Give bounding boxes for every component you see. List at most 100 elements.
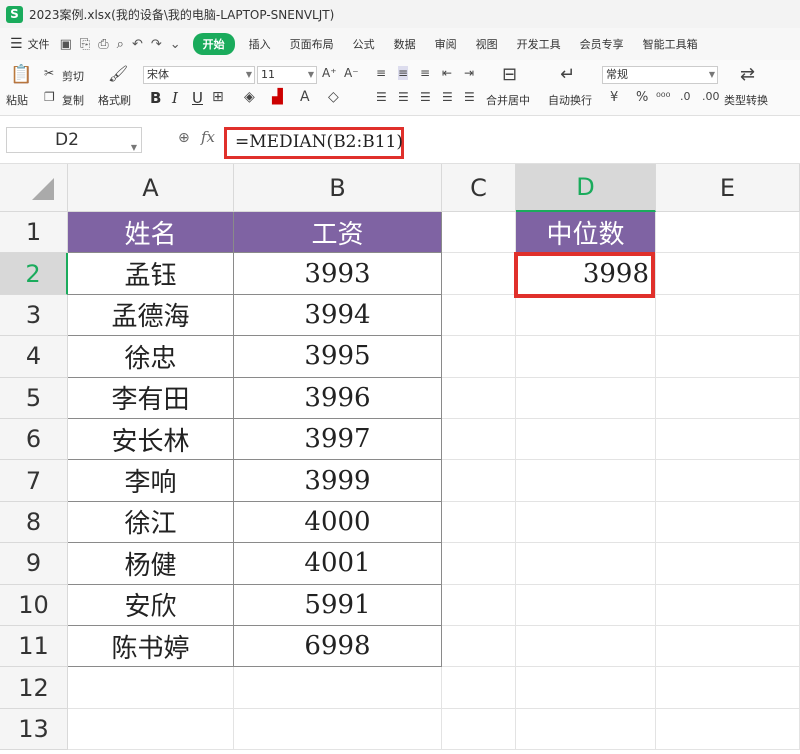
- file-menu[interactable]: 文件: [28, 36, 50, 52]
- cell-b5[interactable]: 3996: [234, 377, 442, 419]
- cell-d12[interactable]: [516, 667, 656, 709]
- cell-a4[interactable]: 徐忠: [68, 336, 234, 378]
- column-header-d[interactable]: D: [516, 164, 656, 212]
- cell-d6[interactable]: [516, 419, 656, 461]
- row-header-1[interactable]: 1: [0, 212, 68, 254]
- tab-developer[interactable]: 开发工具: [517, 36, 561, 52]
- decrease-decimal-icon[interactable]: .00: [702, 90, 720, 103]
- cell-a3[interactable]: 孟德海: [68, 294, 234, 337]
- text-color-icon[interactable]: A: [300, 89, 310, 105]
- cell-e9[interactable]: [656, 543, 800, 585]
- name-box[interactable]: D2 ▼: [6, 127, 142, 153]
- row-header-10[interactable]: 10: [0, 584, 68, 626]
- cell-b13[interactable]: [234, 708, 442, 751]
- cell-c7[interactable]: [442, 460, 516, 502]
- undo-icon[interactable]: ↶: [132, 37, 143, 52]
- merge-icon[interactable]: ⊟: [502, 64, 517, 85]
- bold-button[interactable]: B: [150, 89, 161, 107]
- cell-e11[interactable]: [656, 626, 800, 668]
- copy-button[interactable]: 复制: [62, 92, 84, 108]
- cell-c11[interactable]: [442, 626, 516, 668]
- cell-a13[interactable]: [68, 708, 234, 751]
- align-top-icon[interactable]: ≡: [376, 66, 386, 80]
- cell-a8[interactable]: 徐江: [68, 501, 234, 544]
- underline-button[interactable]: U: [192, 89, 203, 107]
- wrap-icon[interactable]: ↵: [560, 64, 575, 85]
- cell-d3[interactable]: [516, 294, 656, 337]
- cell-b7[interactable]: 3999: [234, 460, 442, 502]
- tab-page-layout[interactable]: 页面布局: [290, 36, 334, 52]
- align-right-icon[interactable]: ☰: [420, 90, 431, 104]
- cell-b12[interactable]: [234, 667, 442, 709]
- cell-c4[interactable]: [442, 336, 516, 378]
- print-icon[interactable]: ⎙: [98, 37, 108, 52]
- cell-d9[interactable]: [516, 543, 656, 585]
- cell-e4[interactable]: [656, 336, 800, 378]
- print-preview-icon[interactable]: ⌕: [117, 37, 124, 52]
- menu-icon[interactable]: ☰: [10, 36, 23, 52]
- tab-formulas[interactable]: 公式: [353, 36, 375, 52]
- paste-icon[interactable]: 📋: [10, 64, 32, 85]
- indent-increase-icon[interactable]: ⇥: [464, 66, 474, 80]
- row-header-8[interactable]: 8: [0, 501, 68, 544]
- font-name-select[interactable]: 宋体 ▼: [143, 66, 255, 84]
- indent-decrease-icon[interactable]: ⇤: [442, 66, 452, 80]
- tab-smart-toolbox[interactable]: 智能工具箱: [643, 36, 698, 52]
- align-middle-icon[interactable]: ≡: [398, 66, 409, 80]
- cell-a5[interactable]: 李有田: [68, 377, 234, 419]
- cell-b11[interactable]: 6998: [234, 626, 442, 668]
- tab-start[interactable]: 开始: [192, 33, 235, 55]
- paste-button[interactable]: 粘贴: [6, 92, 28, 108]
- percent-icon[interactable]: %: [636, 90, 648, 105]
- align-bottom-icon[interactable]: ≡: [420, 66, 430, 80]
- decrease-font-icon[interactable]: A⁻: [344, 66, 359, 80]
- cell-d8[interactable]: [516, 501, 656, 544]
- cell-b4[interactable]: 3995: [234, 336, 442, 378]
- distribute-icon[interactable]: ☰: [464, 90, 475, 104]
- tab-member[interactable]: 会员专享: [580, 36, 624, 52]
- cell-a10[interactable]: 安欣: [68, 584, 234, 626]
- cell-d13[interactable]: [516, 708, 656, 751]
- cell-b8[interactable]: 4000: [234, 501, 442, 544]
- cell-d11[interactable]: [516, 626, 656, 668]
- currency-icon[interactable]: ¥: [610, 90, 618, 105]
- increase-decimal-icon[interactable]: .0: [680, 90, 691, 103]
- cell-e5[interactable]: [656, 377, 800, 419]
- save-icon[interactable]: ▣: [60, 37, 72, 52]
- cell-a6[interactable]: 安长林: [68, 419, 234, 461]
- cell-e8[interactable]: [656, 501, 800, 544]
- cell-e3[interactable]: [656, 294, 800, 337]
- clear-icon[interactable]: ◇: [328, 89, 339, 105]
- convert-icon[interactable]: ⇄: [740, 64, 755, 85]
- column-header-e[interactable]: E: [656, 164, 800, 212]
- border-icon[interactable]: ⊞: [212, 89, 224, 105]
- cell-a9[interactable]: 杨健: [68, 543, 234, 585]
- cell-c1[interactable]: [442, 212, 516, 254]
- cell-e12[interactable]: [656, 667, 800, 709]
- cell-c6[interactable]: [442, 419, 516, 461]
- cell-e7[interactable]: [656, 460, 800, 502]
- type-convert-button[interactable]: 类型转换: [724, 92, 768, 108]
- cell-a11[interactable]: 陈书婷: [68, 626, 234, 668]
- thousands-icon[interactable]: ⁰⁰⁰: [656, 90, 670, 104]
- align-left-icon[interactable]: ☰: [376, 90, 387, 104]
- justify-icon[interactable]: ☰: [442, 90, 453, 104]
- row-header-11[interactable]: 11: [0, 626, 68, 668]
- select-all-corner[interactable]: [0, 164, 68, 212]
- cell-b3[interactable]: 3994: [234, 294, 442, 337]
- fill-color-icon[interactable]: ◈: [244, 89, 255, 105]
- increase-font-icon[interactable]: A⁺: [322, 66, 337, 80]
- row-header-2[interactable]: 2: [0, 253, 68, 295]
- cell-e10[interactable]: [656, 584, 800, 626]
- tab-view[interactable]: 视图: [476, 36, 498, 52]
- cell-a2[interactable]: 孟钰: [68, 253, 234, 295]
- row-header-4[interactable]: 4: [0, 336, 68, 378]
- cell-c2[interactable]: [442, 253, 516, 295]
- copy-icon[interactable]: ❐: [44, 90, 55, 104]
- cell-c3[interactable]: [442, 294, 516, 337]
- cell-c8[interactable]: [442, 501, 516, 544]
- cell-c13[interactable]: [442, 708, 516, 751]
- tab-insert[interactable]: 插入: [249, 36, 271, 52]
- row-header-12[interactable]: 12: [0, 667, 68, 709]
- cell-d7[interactable]: [516, 460, 656, 502]
